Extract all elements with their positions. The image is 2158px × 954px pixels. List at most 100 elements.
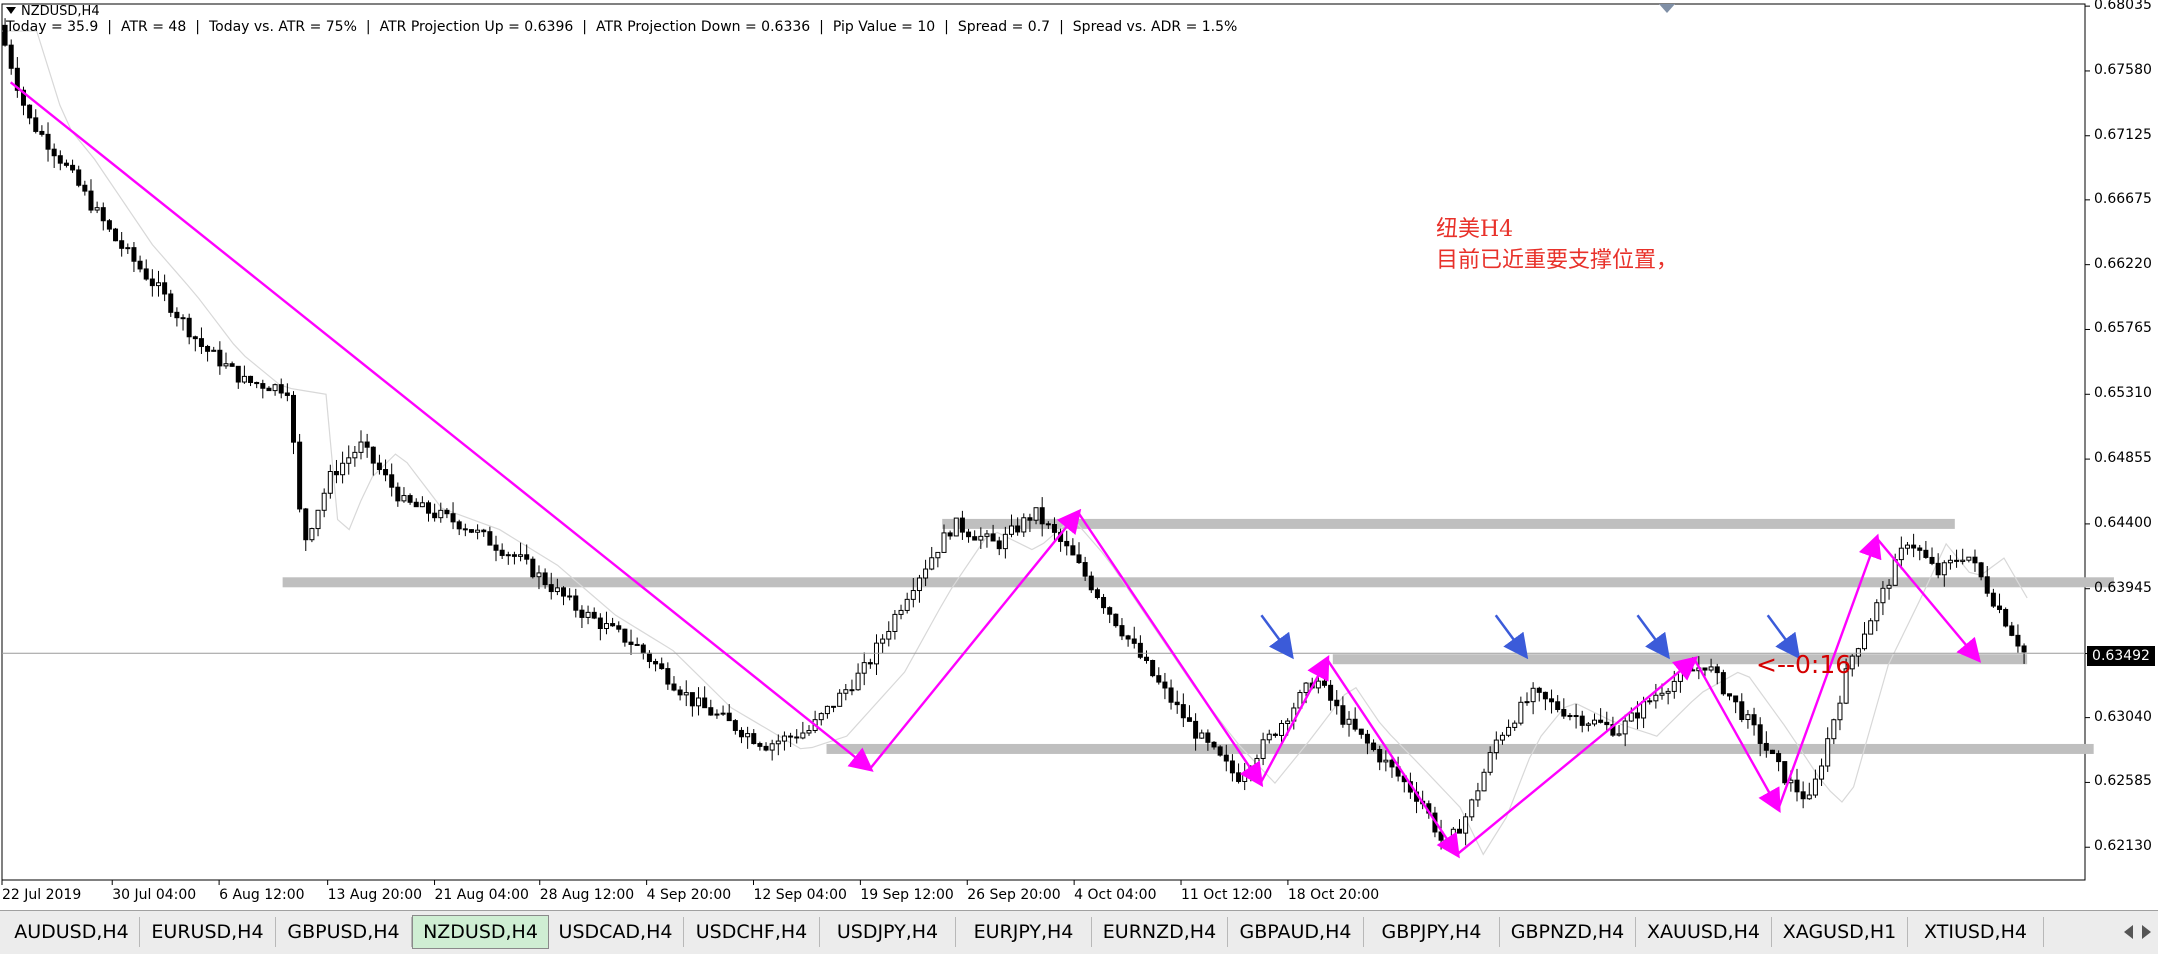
candle-body xyxy=(1886,584,1892,589)
candle-body xyxy=(1720,672,1726,695)
candle-body xyxy=(1739,701,1745,720)
candle-body xyxy=(272,384,278,392)
candle-body xyxy=(1260,739,1266,759)
tab-eurusd-h4[interactable]: EURUSD,H4 xyxy=(140,917,276,947)
collapse-triangle-icon[interactable] xyxy=(6,7,16,14)
candle-body xyxy=(1334,699,1340,707)
candle-body xyxy=(1303,682,1309,694)
info-separator: | xyxy=(365,19,371,35)
candle-body xyxy=(1776,753,1782,763)
trend-line xyxy=(868,508,1082,770)
candle-body xyxy=(1616,733,1622,736)
tab-scroll-left-icon[interactable] xyxy=(2124,925,2133,939)
tab-audusd-h4[interactable]: AUDUSD,H4 xyxy=(4,917,140,947)
candle-body xyxy=(708,707,714,716)
candle-body xyxy=(788,735,794,738)
candle-body xyxy=(524,554,530,560)
tab-gbpusd-h4[interactable]: GBPUSD,H4 xyxy=(276,917,412,947)
pointer-arrow-icon xyxy=(1766,614,1801,660)
candle-body xyxy=(1708,666,1714,671)
price-axis-label: 0.63945 xyxy=(2094,579,2152,596)
candle-body xyxy=(125,247,131,250)
candle-body xyxy=(1076,554,1082,564)
candle-body xyxy=(205,345,211,352)
candle-body xyxy=(487,531,493,546)
tab-gbpjpy-h4[interactable]: GBPJPY,H4 xyxy=(1364,917,1500,947)
bar-countdown: <--0:16 xyxy=(1756,650,1852,679)
price-axis-label: 0.68035 xyxy=(2094,0,2152,14)
candle-body xyxy=(1665,690,1671,694)
tab-nzdusd-h4[interactable]: NZDUSD,H4 xyxy=(412,915,549,949)
candle-body xyxy=(757,743,763,747)
candle-body xyxy=(198,338,204,347)
candle-body xyxy=(1960,559,1966,562)
candle-body xyxy=(1254,757,1260,769)
candle-body xyxy=(94,207,100,211)
info-item: Pip Value = 10 xyxy=(832,19,936,35)
candle-body xyxy=(683,692,689,696)
candle-body xyxy=(1223,754,1229,762)
chart-area[interactable]: NZDUSD,H4 Today = 35.9 | ATR = 48 | Today vs… xyxy=(0,0,2158,910)
candle-body xyxy=(1487,752,1493,773)
tab-eurnzd-h4[interactable]: EURNZD,H4 xyxy=(1092,917,1228,947)
candle-body xyxy=(867,662,873,665)
tab-xagusd-h1[interactable]: XAGUSD,H1 xyxy=(1772,917,1908,947)
candle-body xyxy=(364,441,370,448)
candle-body xyxy=(1812,778,1818,796)
candle-body xyxy=(162,282,168,295)
time-axis-label: 18 Oct 20:00 xyxy=(1287,887,1380,903)
candle-body xyxy=(1524,701,1530,704)
annotation-line-1: 纽美H4 xyxy=(1436,217,1514,242)
tab-gbpnzd-h4[interactable]: GBPNZD,H4 xyxy=(1500,917,1636,947)
candle-body xyxy=(432,512,438,519)
candle-body xyxy=(1033,507,1039,521)
candle-body xyxy=(726,712,732,722)
candle-body xyxy=(462,528,468,531)
tab-gbpaud-h4[interactable]: GBPAUD,H4 xyxy=(1228,917,1364,947)
support-resistance-band xyxy=(826,743,2094,754)
candle-body xyxy=(475,529,481,533)
candle-body xyxy=(444,509,450,515)
candle-body xyxy=(1684,669,1690,672)
candle-body xyxy=(1450,828,1456,841)
tab-usdcad-h4[interactable]: USDCAD,H4 xyxy=(548,917,684,947)
price-chart[interactable] xyxy=(0,0,2158,910)
candle-body xyxy=(1935,562,1941,576)
candle-body xyxy=(769,743,775,751)
tab-xauusd-h4[interactable]: XAUUSD,H4 xyxy=(1636,917,1772,947)
candle-body xyxy=(1137,642,1143,658)
candle-body xyxy=(1598,719,1604,723)
candle-body xyxy=(1929,556,1935,564)
candle-body xyxy=(880,638,886,644)
price-axis-label: 0.64400 xyxy=(2094,514,2152,531)
tab-usdjpy-h4[interactable]: USDJPY,H4 xyxy=(820,917,956,947)
candle-body xyxy=(297,441,303,510)
info-item: ATR Projection Down = 0.6336 xyxy=(595,19,811,35)
price-axis-label: 0.62585 xyxy=(2094,773,2152,790)
candle-body xyxy=(843,689,849,694)
trend-line xyxy=(1077,511,1264,788)
annotation-line-2: 目前已近重要支撑位置， xyxy=(1436,248,1679,273)
candle-body xyxy=(702,697,708,709)
candle-body xyxy=(763,745,769,751)
candle-body xyxy=(426,502,432,514)
candle-body xyxy=(1972,556,1978,564)
tab-eurjpy-h4[interactable]: EURJPY,H4 xyxy=(956,917,1092,947)
candle-body xyxy=(1536,687,1542,693)
candle-body xyxy=(1272,733,1278,736)
time-axis-label: 30 Jul 04:00 xyxy=(112,887,197,903)
candle-body xyxy=(180,317,186,320)
candle-body xyxy=(45,133,51,150)
candle-body xyxy=(235,365,241,383)
candle-body xyxy=(1358,728,1364,735)
candle-body xyxy=(1180,704,1186,719)
candle-body xyxy=(1340,705,1346,725)
chart-shift-marker-icon[interactable] xyxy=(1659,4,1675,13)
tab-usdchf-h4[interactable]: USDCHF,H4 xyxy=(684,917,820,947)
tab-xtiusd-h4[interactable]: XTIUSD,H4 xyxy=(1908,917,2044,947)
tab-scroll-right-icon[interactable] xyxy=(2142,925,2151,939)
candle-body xyxy=(1045,523,1051,526)
candle-body xyxy=(1481,771,1487,792)
candle-body xyxy=(1604,721,1610,726)
candle-body xyxy=(1475,790,1481,801)
